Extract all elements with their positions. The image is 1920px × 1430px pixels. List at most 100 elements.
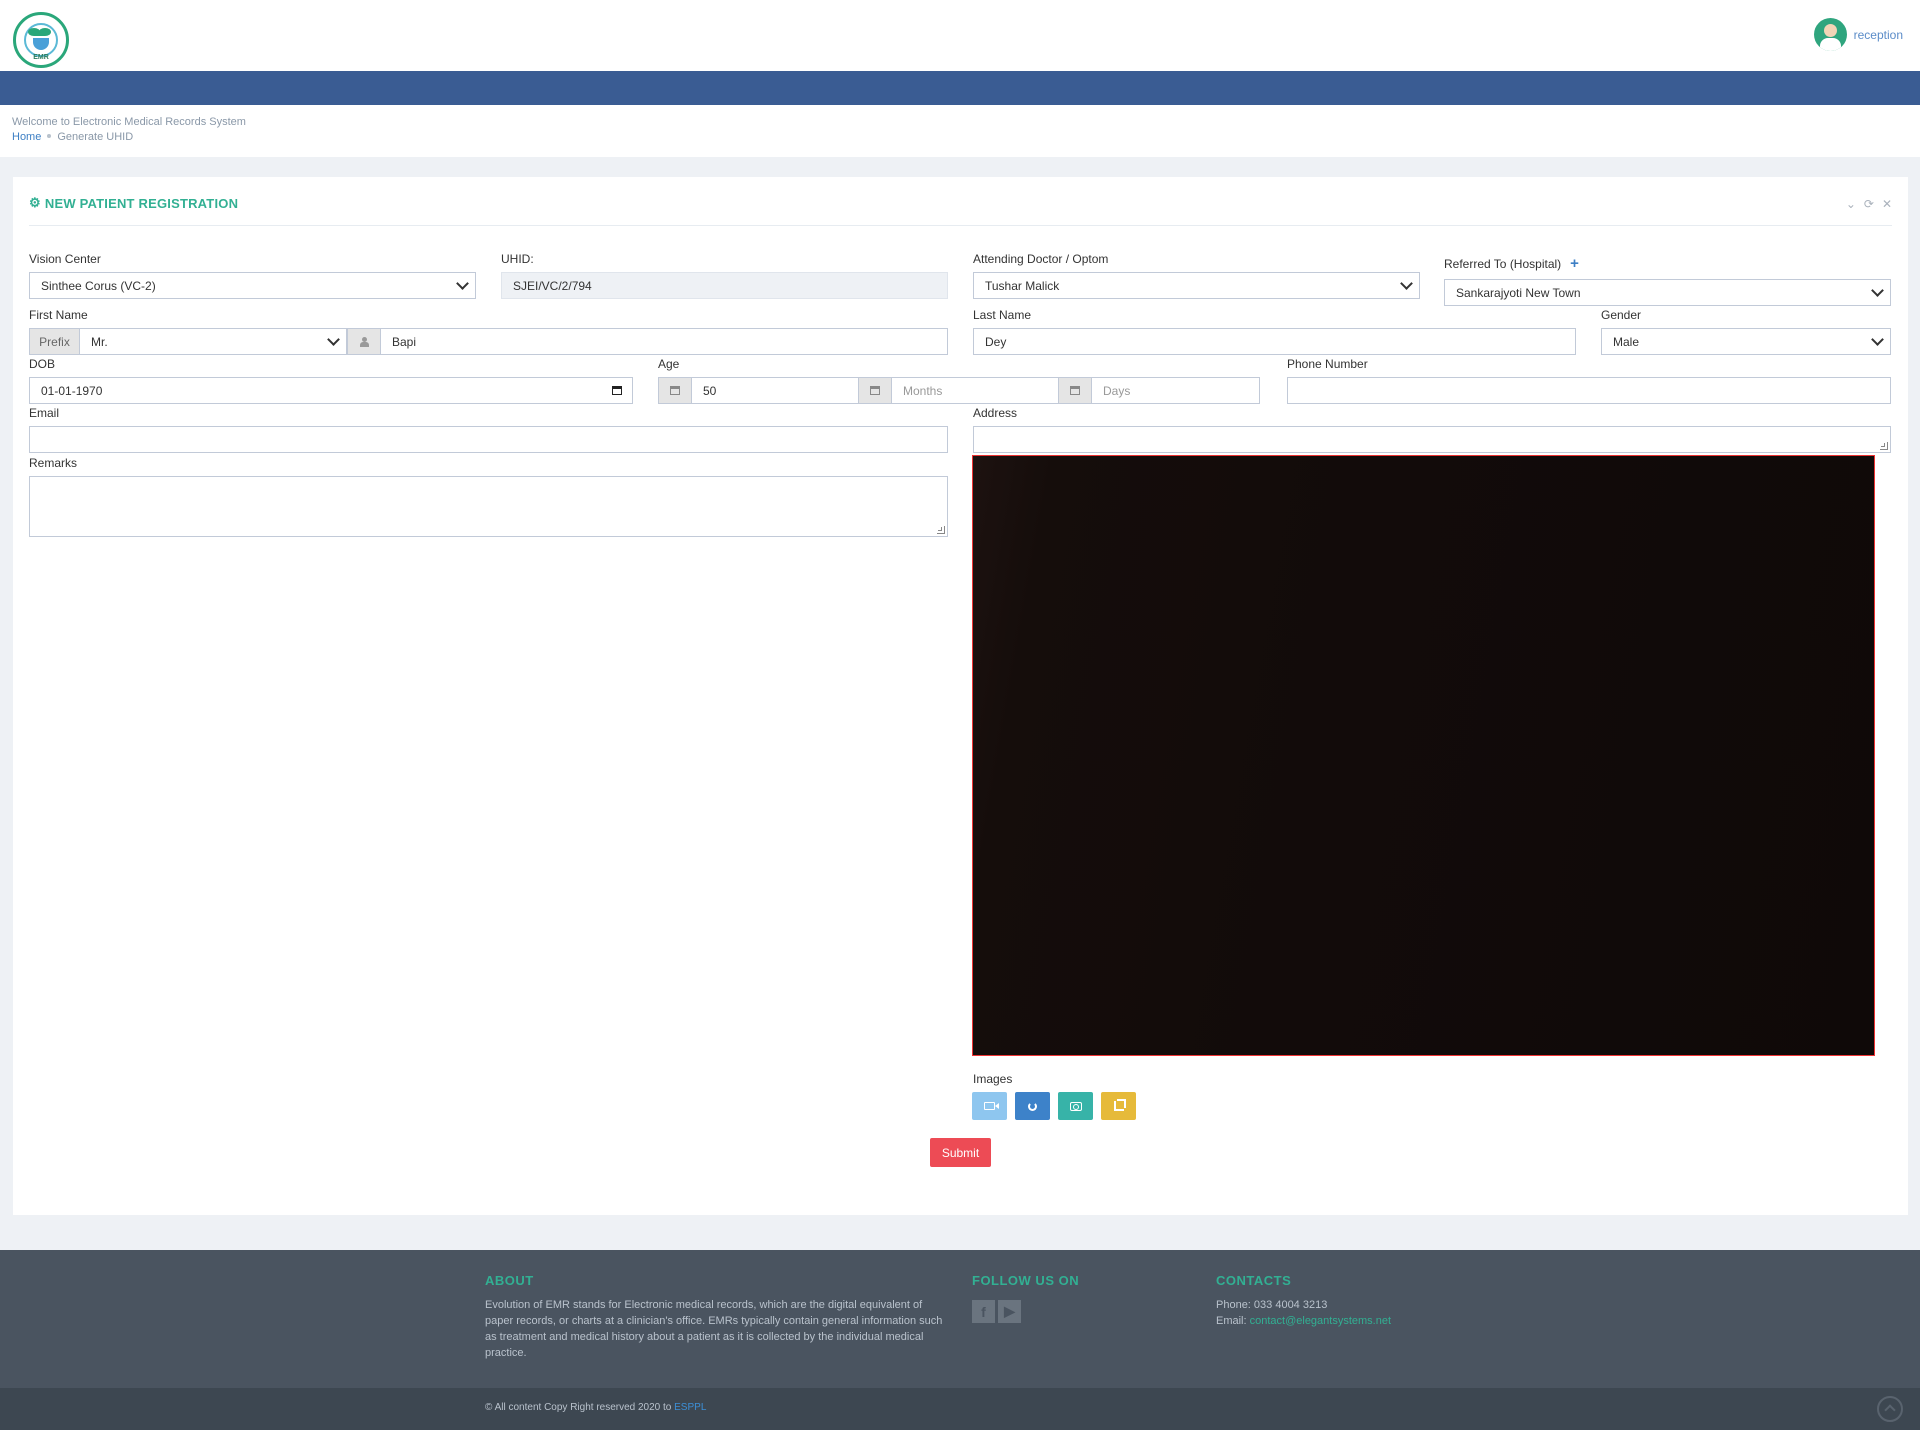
first-name-label: First Name	[29, 308, 88, 322]
age-years-input[interactable]: 50	[691, 377, 859, 404]
cogs-icon: ⚙	[29, 195, 41, 210]
breadcrumb-home[interactable]: Home	[12, 131, 41, 143]
panel-divider	[29, 225, 1892, 226]
plus-icon[interactable]: +	[1570, 255, 1579, 272]
capture-button[interactable]	[1058, 1092, 1093, 1120]
calendar-icon[interactable]	[612, 386, 622, 395]
vision-center-select[interactable]: Sinthee Corus (VC-2)	[29, 272, 476, 299]
refresh-icon[interactable]: ⟳	[1864, 197, 1874, 211]
close-icon[interactable]: ✕	[1882, 197, 1892, 211]
first-name-value: Bapi	[392, 334, 417, 349]
gender-value: Male	[1613, 334, 1640, 349]
contact-phone: Phone: 033 4004 3213	[1216, 1299, 1328, 1311]
facebook-icon[interactable]: f	[972, 1300, 995, 1323]
emr-logo[interactable]: EMR	[13, 12, 69, 68]
referred-label-group: Referred To (Hospital) +	[1444, 255, 1579, 272]
doctor-select[interactable]: Tushar Malick	[973, 272, 1420, 299]
gender-select[interactable]: Male	[1601, 328, 1891, 355]
age-label: Age	[658, 357, 680, 371]
prefix-addon: Prefix	[29, 328, 80, 355]
age-days-placeholder: Days	[1103, 383, 1131, 398]
email-input[interactable]	[29, 426, 948, 453]
welcome-text: Welcome to Electronic Medical Records Sy…	[12, 116, 246, 128]
contact-email-line: Email: contact@elegantsystems.net	[1216, 1313, 1391, 1329]
top-header: EMR reception	[0, 0, 1920, 71]
logo-text: EMR	[33, 54, 49, 61]
footer-follow: FOLLOW US ON f ▶	[972, 1273, 1079, 1323]
arrow-up-icon[interactable]	[1877, 1396, 1903, 1422]
last-name-label: Last Name	[973, 308, 1032, 322]
contacts-title: CONTACTS	[1216, 1273, 1292, 1288]
remarks-textarea[interactable]	[29, 476, 948, 537]
panel-tools: ⌄ ⟳ ✕	[1846, 197, 1892, 211]
age-days-input[interactable]: Days	[1091, 377, 1260, 404]
prefix-select[interactable]: Mr.	[79, 328, 347, 355]
reset-button[interactable]	[1015, 1092, 1050, 1120]
chevron-down-icon	[456, 277, 469, 290]
breadcrumb: Home Generate UHID	[12, 131, 133, 143]
crop-button[interactable]	[1101, 1092, 1136, 1120]
age-years-value: 50	[703, 383, 717, 398]
first-name-input[interactable]: Bapi	[380, 328, 948, 355]
about-title: ABOUT	[485, 1273, 534, 1288]
footer-about: ABOUT Evolution of EMR stands for Electr…	[485, 1273, 950, 1361]
resize-handle[interactable]	[937, 526, 945, 534]
last-name-input[interactable]: Dey	[973, 328, 1576, 355]
chevron-down-icon	[1871, 333, 1884, 346]
copyright-text: © All content Copy Right reserved 2020 t…	[485, 1402, 675, 1413]
dob-label: DOB	[29, 357, 56, 371]
uhid-field: SJEI/VC/2/794	[501, 272, 948, 299]
remarks-label: Remarks	[29, 456, 78, 470]
age-days-addon	[1058, 377, 1092, 404]
dob-input[interactable]: 01-01-1970	[29, 377, 633, 404]
follow-title: FOLLOW US ON	[972, 1273, 1080, 1288]
calendar-icon	[670, 386, 680, 395]
user-menu[interactable]: reception	[1813, 18, 1903, 51]
uhid-label: UHID:	[501, 252, 534, 266]
video-icon	[984, 1102, 999, 1110]
avatar[interactable]	[1813, 18, 1847, 51]
breadcrumb-current: Generate UHID	[57, 131, 134, 143]
start-video-button[interactable]	[972, 1092, 1007, 1120]
phone-input[interactable]	[1287, 377, 1891, 404]
phone-label: Phone Number	[1287, 357, 1368, 371]
footer-contacts: CONTACTS Phone: 033 4004 3213 Email: con…	[1216, 1273, 1391, 1329]
images-label: Images	[973, 1072, 1013, 1086]
age-months-input[interactable]: Months	[891, 377, 1059, 404]
footer-bottom: © All content Copy Right reserved 2020 t…	[0, 1388, 1920, 1430]
age-years-addon	[658, 377, 692, 404]
image-toolbar	[972, 1092, 1136, 1120]
calendar-icon	[870, 386, 880, 395]
doctor-label: Attending Doctor / Optom	[973, 252, 1109, 266]
chevron-down-icon	[1400, 277, 1413, 290]
uhid-value: SJEI/VC/2/794	[513, 278, 592, 293]
prefix-value: Mr.	[91, 334, 108, 349]
user-icon	[360, 336, 369, 347]
resize-handle[interactable]	[1880, 442, 1888, 450]
page-bar: Welcome to Electronic Medical Records Sy…	[0, 105, 1920, 157]
youtube-icon[interactable]: ▶	[998, 1300, 1021, 1323]
contact-email-label: Email:	[1216, 1315, 1250, 1327]
vision-center-value: Sinthee Corus (VC-2)	[41, 278, 156, 293]
dob-value: 01-01-1970	[41, 383, 103, 398]
contact-email-link[interactable]: contact@elegantsystems.net	[1250, 1315, 1391, 1327]
address-textarea[interactable]	[973, 426, 1891, 453]
email-label: Email	[29, 406, 60, 420]
user-name[interactable]: reception	[1854, 28, 1903, 42]
collapse-icon[interactable]: ⌄	[1846, 197, 1856, 211]
referred-label: Referred To (Hospital)	[1444, 256, 1562, 271]
panel-title: ⚙ NEW PATIENT REGISTRATION	[29, 195, 238, 211]
company-link[interactable]: ESPPL	[674, 1402, 706, 1413]
gender-label: Gender	[1601, 308, 1642, 322]
vision-center-label: Vision Center	[29, 252, 101, 266]
about-text: Evolution of EMR stands for Electronic m…	[485, 1299, 943, 1359]
user-icon-addon	[347, 328, 381, 355]
doctor-value: Tushar Malick	[985, 278, 1060, 293]
copyright: © All content Copy Right reserved 2020 t…	[485, 1402, 706, 1413]
camera-icon	[1069, 1101, 1082, 1111]
address-label: Address	[973, 406, 1018, 420]
chevron-down-icon	[1871, 284, 1884, 297]
submit-button[interactable]: Submit	[930, 1138, 991, 1167]
footer: ABOUT Evolution of EMR stands for Electr…	[0, 1250, 1920, 1388]
referred-select[interactable]: Sankarajyoti New Town	[1444, 279, 1891, 306]
